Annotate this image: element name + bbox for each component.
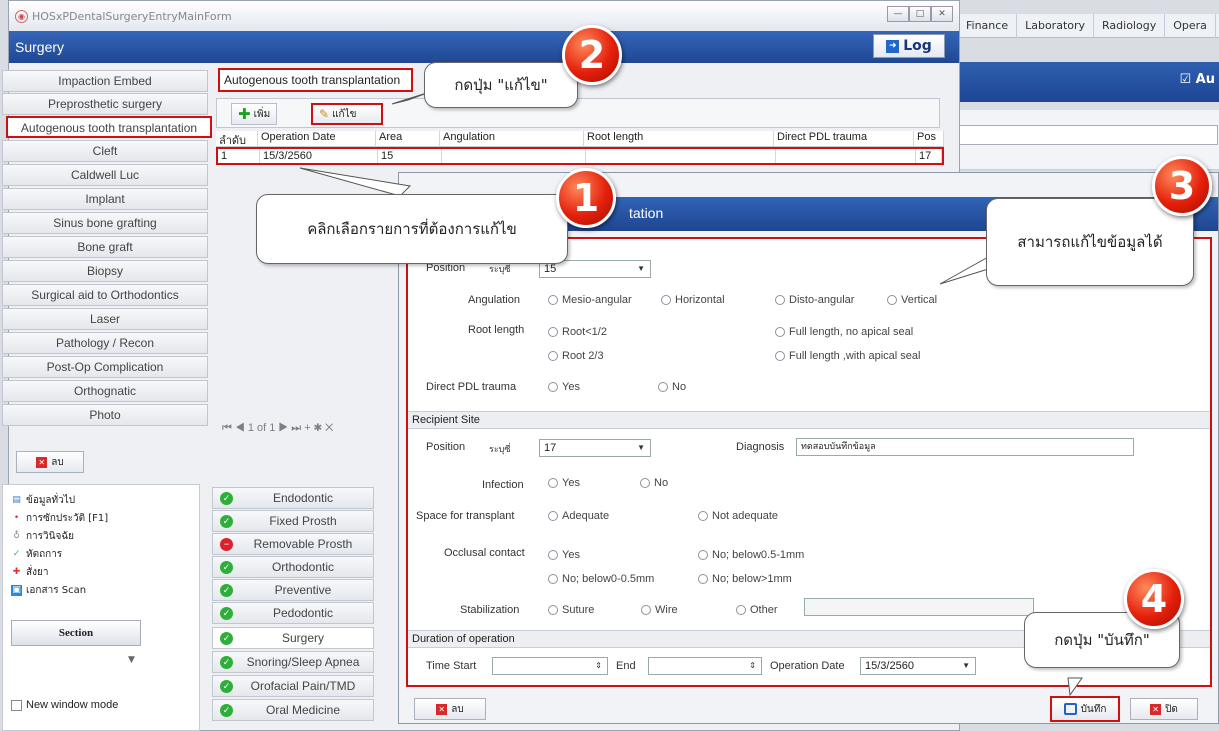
callout-edit-instruction: กดปุ่ม "แก้ไข" (424, 62, 578, 108)
step-1-badge: 1 (556, 168, 616, 228)
step-2-badge: 2 (562, 25, 622, 85)
step-3-badge: 3 (1152, 156, 1212, 216)
step-4-badge: 4 (1124, 569, 1184, 629)
callout-select-instruction: คลิกเลือกรายการที่ต้องการแก้ไข (256, 194, 568, 264)
pointer-callout-4 (1067, 677, 1083, 697)
pointer-callout-1 (299, 167, 412, 197)
callout-editable-instruction: สามารถแก้ไขข้อมูลได้ (986, 198, 1194, 286)
